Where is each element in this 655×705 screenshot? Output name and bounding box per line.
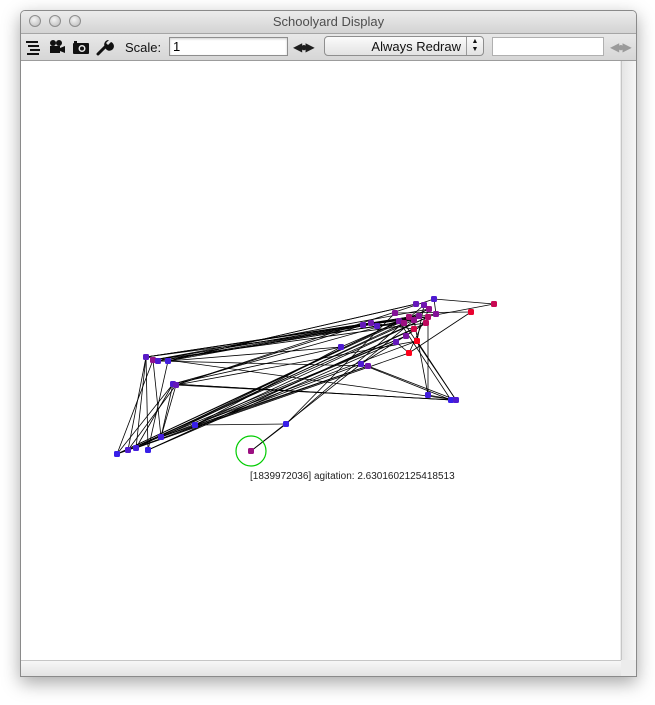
- student-node[interactable]: [491, 301, 497, 307]
- window-title: Schoolyard Display: [272, 14, 385, 29]
- student-node[interactable]: [155, 358, 161, 364]
- network-display-canvas[interactable]: [1839972036] agitation: 2.63016021254185…: [21, 61, 620, 660]
- student-node[interactable]: [411, 326, 417, 332]
- student-node[interactable]: [406, 350, 412, 356]
- scroll-corner: [621, 660, 636, 676]
- horizontal-scrollbar[interactable]: [21, 660, 621, 676]
- student-node[interactable]: [426, 306, 432, 312]
- student-node[interactable]: [158, 434, 164, 440]
- student-node[interactable]: [392, 310, 398, 316]
- student-node[interactable]: [114, 451, 120, 457]
- student-node[interactable]: [165, 358, 171, 364]
- redraw-interval-field[interactable]: [492, 37, 604, 56]
- vertical-scrollbar[interactable]: [621, 61, 636, 660]
- student-node[interactable]: [358, 361, 364, 367]
- student-node[interactable]: [145, 447, 151, 453]
- network-edge: [416, 340, 457, 401]
- student-node[interactable]: [393, 339, 399, 345]
- interval-arrows-icon[interactable]: ◀●▶: [610, 40, 632, 54]
- network-edge: [367, 365, 457, 401]
- student-node[interactable]: [360, 322, 366, 328]
- student-node[interactable]: [143, 354, 149, 360]
- student-node[interactable]: [173, 382, 179, 388]
- schoolyard-display-window: Schoolyard Display Scale: ◀●▶: [20, 10, 637, 677]
- student-node[interactable]: [125, 447, 131, 453]
- title-bar[interactable]: Schoolyard Display: [21, 11, 636, 34]
- network-edge: [360, 363, 452, 401]
- student-node[interactable]: [338, 344, 344, 350]
- student-node[interactable]: [283, 421, 289, 427]
- student-node[interactable]: [425, 314, 431, 320]
- inspection-label: [1839972036] agitation: 2.63016021254185…: [250, 471, 455, 482]
- redraw-mode-select[interactable]: Always Redraw ▲ ▼: [324, 36, 484, 56]
- student-node[interactable]: [453, 397, 459, 403]
- student-node[interactable]: [368, 320, 374, 326]
- student-node[interactable]: [374, 323, 380, 329]
- scale-label: Scale:: [125, 40, 162, 55]
- student-node[interactable]: [468, 309, 474, 315]
- student-node[interactable]: [416, 313, 422, 319]
- network-edge: [194, 423, 287, 426]
- student-node[interactable]: [413, 301, 419, 307]
- scale-field[interactable]: [169, 37, 288, 56]
- student-node[interactable]: [423, 320, 429, 326]
- student-node[interactable]: [133, 445, 139, 451]
- list-icon[interactable]: [24, 38, 42, 56]
- display-toolbar: Scale: ◀●▶ Always Redraw ▲▼ ◀●▶: [21, 34, 636, 61]
- network-edge: [145, 356, 149, 451]
- student-node[interactable]: [401, 320, 407, 326]
- student-node[interactable]: [248, 448, 254, 454]
- movie-camera-icon[interactable]: [48, 38, 66, 56]
- select-stepper-icon: ▲ ▼: [466, 37, 483, 55]
- network-edge: [433, 298, 495, 305]
- student-node[interactable]: [425, 392, 431, 398]
- network-edge: [194, 346, 342, 426]
- student-node[interactable]: [433, 311, 439, 317]
- wrench-icon[interactable]: [96, 38, 114, 56]
- student-node[interactable]: [414, 338, 420, 344]
- camera-icon[interactable]: [72, 38, 90, 56]
- scale-arrows-icon[interactable]: ◀●▶: [293, 40, 315, 54]
- redraw-mode-value: Always Redraw: [371, 39, 461, 54]
- student-node[interactable]: [431, 296, 437, 302]
- student-node[interactable]: [365, 363, 371, 369]
- student-node[interactable]: [192, 422, 198, 428]
- network-edges: [116, 298, 495, 455]
- schoolyard-network-graph: [114, 296, 497, 467]
- student-node[interactable]: [403, 333, 409, 339]
